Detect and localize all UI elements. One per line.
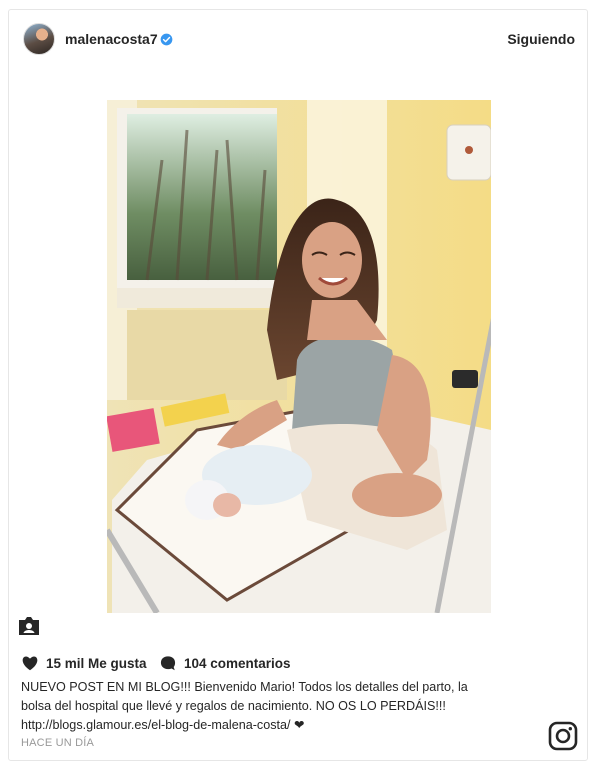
comment-bubble-icon[interactable] — [159, 655, 177, 672]
post-timestamp[interactable]: HACE UN DÍA — [21, 737, 94, 749]
likes-count[interactable]: 15 mil Me gusta — [46, 656, 147, 671]
verified-badge-icon — [160, 33, 173, 46]
post-caption: NUEVO POST EN MI BLOG!!! Bienvenido Mari… — [21, 678, 511, 735]
post-photo — [107, 100, 491, 613]
caption-line: bolsa del hospital que llevé y regalos d… — [21, 699, 446, 713]
caption-line: NUEVO POST EN MI BLOG!!! Bienvenido Mari… — [21, 680, 468, 694]
instagram-logo-icon[interactable] — [548, 721, 578, 751]
avatar[interactable] — [23, 23, 55, 55]
caption-line: http://blogs.glamour.es/el-blog-de-malen… — [21, 716, 511, 735]
post-header: malenacosta7 Siguiendo — [9, 10, 587, 70]
blog-link[interactable]: http://blogs.glamour.es/el-blog-de-malen… — [21, 718, 291, 732]
following-button[interactable]: Siguiendo — [507, 31, 575, 47]
instagram-post-card: malenacosta7 Siguiendo 15 mil Me gusta 1… — [8, 9, 588, 761]
user-tag-icon[interactable] — [17, 614, 41, 638]
heart-emoji: ❤ — [294, 718, 305, 732]
post-actions: 15 mil Me gusta 104 comentarios — [21, 654, 421, 674]
username-link[interactable]: malenacosta7 — [65, 31, 158, 47]
comments-count[interactable]: 104 comentarios — [184, 656, 291, 671]
heart-icon[interactable] — [21, 655, 39, 671]
